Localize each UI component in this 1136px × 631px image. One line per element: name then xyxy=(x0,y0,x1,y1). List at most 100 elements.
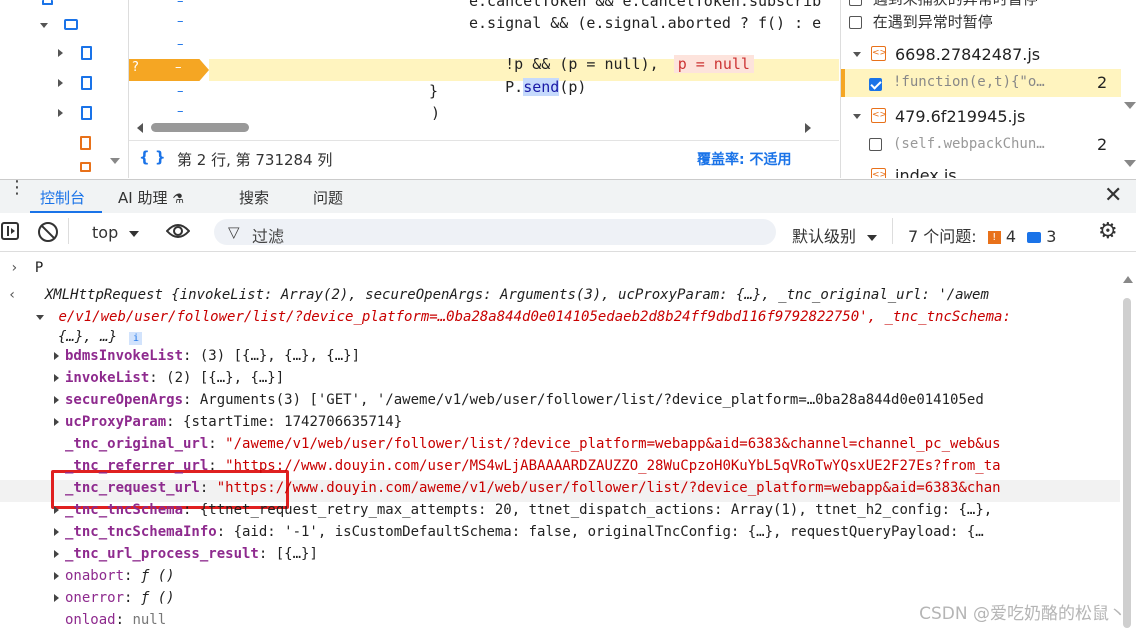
chevron-right-icon xyxy=(58,109,63,117)
active-indicator xyxy=(841,69,845,97)
code-line: e.cancelToken && e.cancelToken.subscrib xyxy=(469,0,822,10)
breakpoint-file-group[interactable]: <> index.js xyxy=(841,162,1121,178)
property-row[interactable]: _tnc_request_url: "https://www.douyin.co… xyxy=(54,480,1001,502)
js-file-icon: <> xyxy=(871,46,887,61)
sidebar-toggle-icon[interactable] xyxy=(1,222,19,240)
property-row[interactable]: _tnc_tncSchemaInfo: {aid: '-1', isCustom… xyxy=(54,524,984,546)
tree-folder-row[interactable] xyxy=(40,16,79,36)
js-file-icon xyxy=(80,162,91,172)
property-key: secureOpenArgs xyxy=(65,392,184,408)
property-row[interactable]: secureOpenArgs: Arguments(3) ['GET', '/a… xyxy=(54,392,984,414)
vertical-scrollbar[interactable] xyxy=(1123,0,1136,178)
info-message-icon xyxy=(1027,232,1042,243)
tree-file-row[interactable] xyxy=(80,136,91,156)
tree-folder-row[interactable] xyxy=(58,105,93,125)
pause-uncaught-option[interactable]: 遇到未捕获的异常时暂停 xyxy=(849,0,1038,9)
log-levels-dropdown[interactable]: 默认级别 xyxy=(792,223,878,247)
property-value: ƒ () xyxy=(140,590,175,606)
folder-icon xyxy=(81,106,93,120)
file-icon xyxy=(42,0,53,5)
filter-input[interactable]: ▽ 过滤 xyxy=(214,219,776,246)
property-value: ƒ () xyxy=(140,568,175,584)
chevron-right-icon xyxy=(54,506,59,514)
option-label: 遇到未捕获的异常时暂停 xyxy=(873,0,1038,8)
info-icon[interactable]: i xyxy=(129,332,143,345)
js-file-icon: <> xyxy=(871,108,887,123)
conditional-breakpoint-marker[interactable]: ? – xyxy=(129,59,209,81)
coverage-label[interactable]: 覆盖率: 不适用 xyxy=(697,149,791,169)
folder-icon xyxy=(64,18,79,30)
issues-label: 7 个问题: xyxy=(908,227,977,246)
tree-file-row[interactable] xyxy=(80,160,91,180)
checkbox[interactable] xyxy=(849,0,862,6)
context-selector[interactable]: top xyxy=(92,223,140,242)
tree-folder-row[interactable] xyxy=(58,45,93,65)
property-row[interactable]: ucProxyParam: {startTime: 1742706635714} xyxy=(54,414,402,436)
property-row[interactable]: _tnc_tncSchema: {ttnet_request_retry_max… xyxy=(54,502,992,524)
property-row[interactable]: _tnc_original_url: "/aweme/v1/web/user/f… xyxy=(54,436,1001,458)
chevron-right-icon xyxy=(54,550,59,558)
scrollbar-thumb[interactable] xyxy=(1123,298,1131,628)
tab-console[interactable]: 控制台 xyxy=(40,187,85,208)
checkbox[interactable] xyxy=(849,16,862,29)
close-icon[interactable]: ✕ xyxy=(1104,183,1122,208)
scroll-left-icon[interactable] xyxy=(137,123,143,133)
console-scrollbar[interactable] xyxy=(1120,252,1136,631)
gear-icon[interactable]: ⚙ xyxy=(1098,219,1118,244)
property-row[interactable]: _tnc_referrer_url: "https://www.douyin.c… xyxy=(54,458,1001,480)
code-editor[interactable]: ? – – – – – – e.cancelToken && e.cancelT… xyxy=(128,0,839,178)
pause-caught-option[interactable]: 在遇到异常时暂停 xyxy=(849,11,993,32)
code-text: P.send(p) xyxy=(505,78,587,96)
scroll-down-icon[interactable] xyxy=(1124,160,1136,167)
property-key: ucProxyParam xyxy=(65,414,167,430)
breakpoint-file-group[interactable]: <> 6698.27842487.js xyxy=(841,40,1121,68)
property-row[interactable]: onabort: ƒ () xyxy=(54,568,175,590)
issues-counter[interactable]: 7 个问题: ! 4 3 xyxy=(908,223,1056,247)
breakpoint-snippet: !function(e,t){"o… xyxy=(893,74,1045,90)
chevron-down-icon xyxy=(853,52,861,57)
horizontal-scrollbar[interactable] xyxy=(129,120,819,136)
breakpoint-item-active[interactable]: !function(e,t){"o… 2 xyxy=(841,69,1121,97)
property-key: _tnc_url_process_result xyxy=(65,546,259,562)
chevron-right-icon xyxy=(54,396,59,404)
console-result-line[interactable]: ‹ XMLHttpRequest {invokeList: Array(2), … xyxy=(8,287,989,309)
property-row[interactable]: bdmsInvokeList: (3) [{…}, {…}, {…}] xyxy=(54,348,360,370)
more-menu-icon[interactable]: ⋮ xyxy=(8,179,26,197)
tab-search[interactable]: 搜索 xyxy=(239,187,269,208)
property-row[interactable]: onload: null xyxy=(54,612,166,631)
scroll-right-icon[interactable] xyxy=(805,123,811,133)
console-input-line: › P xyxy=(10,260,43,282)
breakpoint-checkbox[interactable] xyxy=(869,138,882,151)
tab-label: AI 助理 xyxy=(118,189,168,207)
property-row[interactable]: invokeList: (2) [{…}, {…}] xyxy=(54,370,284,392)
breakpoint-item[interactable]: (self.webpackChun… 2 xyxy=(841,131,1121,159)
editor-status-bar: { } 第 2 行, 第 731284 列 覆盖率: 不适用 xyxy=(129,140,839,177)
tree-folder-row[interactable] xyxy=(58,75,93,95)
object-summary: XMLHttpRequest {invokeList: Array(2), se… xyxy=(44,287,989,303)
eye-icon[interactable] xyxy=(165,222,191,240)
console-result-line[interactable]: e/v1/web/user/follower/list/?device_plat… xyxy=(36,309,1011,331)
breakpoint-file-group[interactable]: <> 479.6f219945.js xyxy=(841,102,1121,130)
console-output[interactable]: › P ‹ XMLHttpRequest {invokeList: Array(… xyxy=(0,252,1120,631)
divider xyxy=(68,218,69,244)
property-row[interactable]: _tnc_url_process_result: [{…}] xyxy=(54,546,318,568)
code-line-paused: P.send(p) xyxy=(469,60,586,114)
property-row[interactable]: onerror: ƒ () xyxy=(54,590,175,612)
scroll-up-icon[interactable] xyxy=(1123,276,1133,283)
tab-ai-assistant[interactable]: AI 助理 ⚗ xyxy=(118,187,184,208)
clear-console-icon[interactable] xyxy=(38,222,58,242)
file-name: 479.6f219945.js xyxy=(895,107,1026,126)
tab-issues[interactable]: 问题 xyxy=(313,187,343,208)
filter-placeholder: 过滤 xyxy=(252,227,285,246)
breakpoint-line: 2 xyxy=(1097,73,1108,92)
gutter-dash: – xyxy=(177,37,184,52)
info-count: 3 xyxy=(1046,227,1057,246)
property-key: _tnc_original_url xyxy=(65,436,209,452)
prompt-chevron-icon: › xyxy=(10,260,19,276)
scroll-down-icon[interactable] xyxy=(110,158,120,164)
scroll-down-icon[interactable] xyxy=(1124,102,1136,109)
pretty-print-icon[interactable]: { } xyxy=(139,148,166,166)
scrollbar-thumb[interactable] xyxy=(151,123,249,132)
property-key: onabort xyxy=(65,568,125,584)
breakpoint-checkbox[interactable] xyxy=(869,77,882,91)
